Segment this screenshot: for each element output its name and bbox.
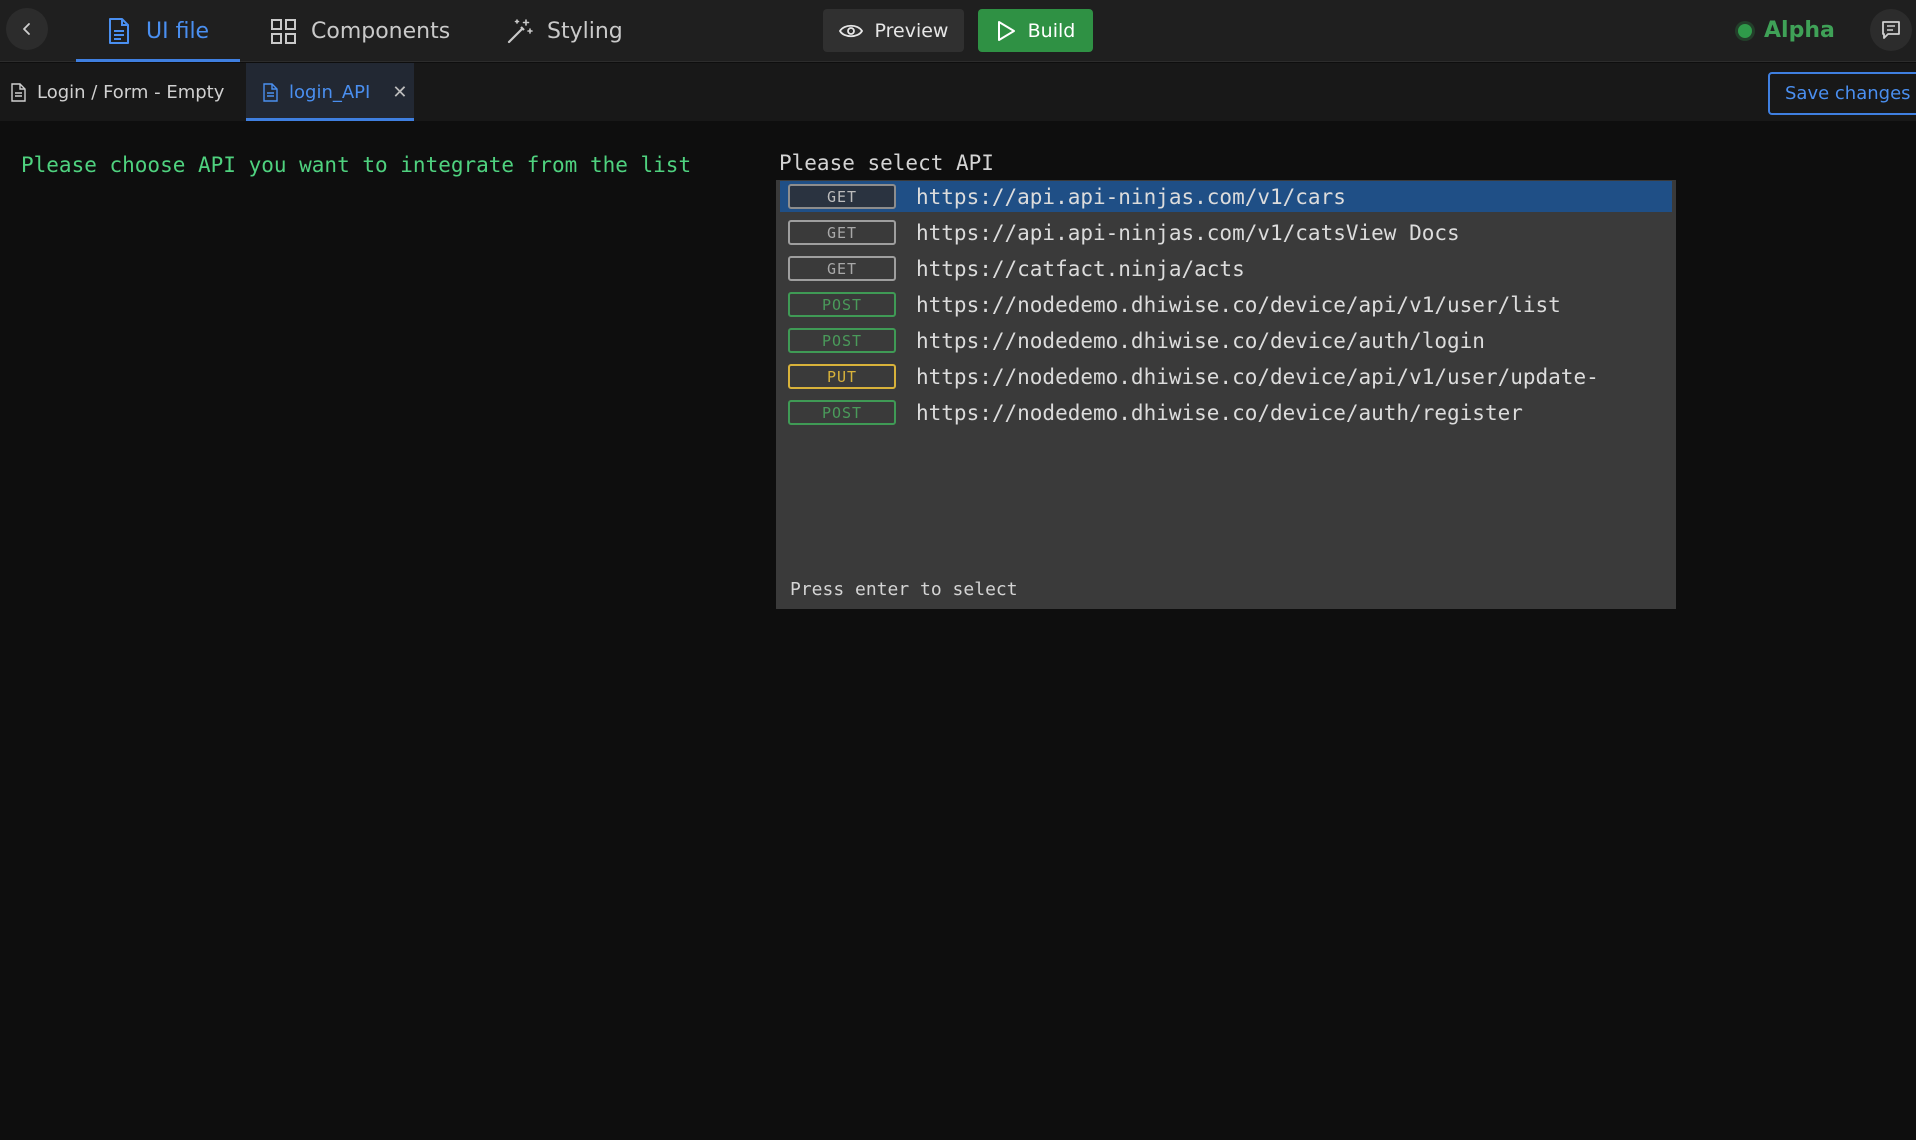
build-button[interactable]: Build xyxy=(978,9,1093,52)
api-option[interactable]: POST https://nodedemo.dhiwise.co/device/… xyxy=(780,325,1672,356)
api-option[interactable]: POST https://nodedemo.dhiwise.co/device/… xyxy=(780,289,1672,320)
api-url: https://catfact.ninja/acts xyxy=(916,256,1245,281)
magic-wand-icon xyxy=(506,18,533,45)
save-changes-button[interactable]: Save changes xyxy=(1768,72,1916,115)
save-label: Save changes xyxy=(1785,83,1911,104)
play-icon xyxy=(997,20,1015,41)
tab-label: Styling xyxy=(547,18,623,44)
api-select-title: Please select API xyxy=(779,151,994,175)
tab-label: Components xyxy=(311,18,451,44)
api-url: https://nodedemo.dhiwise.co/device/auth/… xyxy=(916,328,1485,353)
environment-status: Alpha xyxy=(1738,18,1835,43)
environment-label: Alpha xyxy=(1764,18,1835,43)
back-button[interactable] xyxy=(6,8,48,50)
api-option[interactable]: PUT https://nodedemo.dhiwise.co/device/a… xyxy=(780,361,1672,392)
api-option[interactable]: POST https://nodedemo.dhiwise.co/device/… xyxy=(780,397,1672,428)
select-hint: Press enter to select xyxy=(790,579,1018,600)
feedback-button[interactable] xyxy=(1870,9,1912,51)
http-method-badge: GET xyxy=(788,184,896,209)
http-method-badge: POST xyxy=(788,328,896,353)
api-option[interactable]: GET https://catfact.ninja/acts xyxy=(780,253,1672,284)
eye-icon xyxy=(838,24,863,37)
chevron-left-icon xyxy=(23,23,30,35)
tab-components[interactable]: Components xyxy=(270,0,450,62)
api-url: https://api.api-ninjas.com/v1/catsView D… xyxy=(916,220,1460,245)
http-method-badge: POST xyxy=(788,400,896,425)
api-url: https://nodedemo.dhiwise.co/device/api/v… xyxy=(916,364,1599,389)
status-dot-icon xyxy=(1738,23,1752,38)
api-url: https://nodedemo.dhiwise.co/device/api/v… xyxy=(916,292,1561,317)
top-toolbar: UI file Components Styling Preview Build… xyxy=(0,0,1916,62)
tab-label: UI file xyxy=(146,18,210,44)
grid-icon xyxy=(270,18,297,45)
document-icon xyxy=(106,17,132,45)
api-url: https://nodedemo.dhiwise.co/device/auth/… xyxy=(916,400,1523,425)
tab-ui-file[interactable]: UI file xyxy=(76,0,240,62)
chat-icon xyxy=(1882,21,1900,39)
http-method-badge: GET xyxy=(788,256,896,281)
preview-label: Preview xyxy=(874,19,949,42)
terminal-prompt: Please choose API you want to integrate … xyxy=(21,153,692,177)
http-method-badge: GET xyxy=(788,220,896,245)
api-url: https://api.api-ninjas.com/v1/cars xyxy=(916,184,1346,209)
http-method-badge: POST xyxy=(788,292,896,317)
file-tab-login-api[interactable]: login_API ✕ xyxy=(246,63,414,121)
file-tab-login-form-empty[interactable]: Login / Form - Empty xyxy=(10,63,246,121)
file-icon xyxy=(263,82,278,102)
api-option[interactable]: GET https://api.api-ninjas.com/v1/cars xyxy=(780,181,1672,212)
file-tab-label: login_API xyxy=(289,81,371,103)
build-label: Build xyxy=(1027,19,1076,42)
api-option[interactable]: GET https://api.api-ninjas.com/v1/catsVi… xyxy=(780,217,1672,248)
file-icon xyxy=(11,82,26,102)
file-tab-label: Login / Form - Empty xyxy=(37,81,225,103)
api-select-list: GET https://api.api-ninjas.com/v1/cars G… xyxy=(776,180,1676,609)
close-icon[interactable]: ✕ xyxy=(392,82,407,103)
file-tabs-bar: Login / Form - Empty login_API ✕ Save ch… xyxy=(0,63,1916,121)
tab-styling[interactable]: Styling xyxy=(506,0,623,62)
http-method-badge: PUT xyxy=(788,364,896,389)
preview-button[interactable]: Preview xyxy=(823,9,964,52)
